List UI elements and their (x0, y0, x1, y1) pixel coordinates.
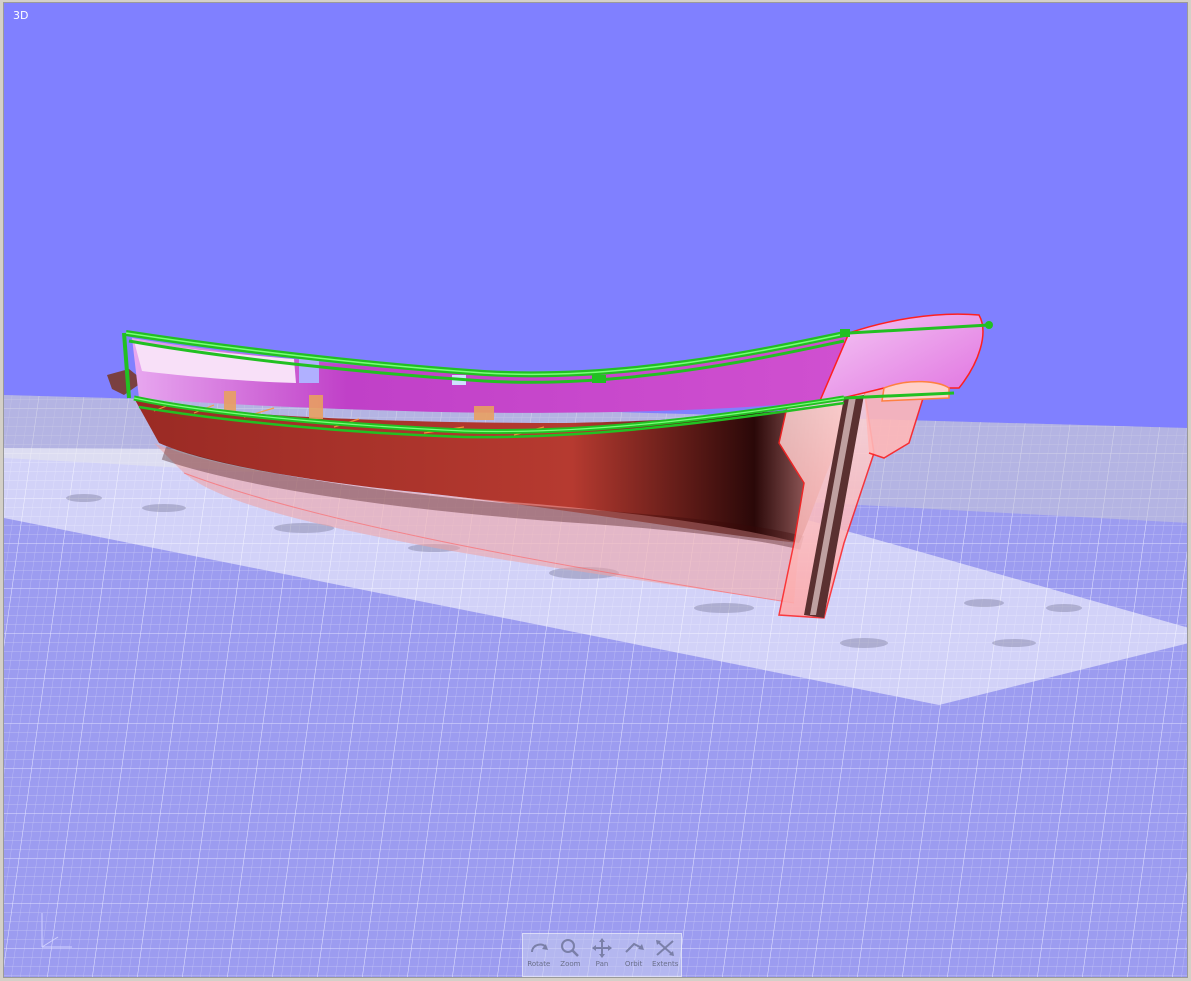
extents-icon (656, 940, 675, 956)
pan-icon (591, 938, 612, 958)
zoom-icon (561, 939, 580, 957)
axis-triad-icon (41, 913, 72, 948)
rotate-icon (530, 943, 548, 953)
navigation-toolbar: Rotate Zoom Pan Orbit Extents (522, 933, 682, 977)
orbit-button[interactable]: Orbit (619, 938, 649, 968)
viewport-label: 3D (13, 9, 29, 22)
extents-button[interactable]: Extents (650, 938, 680, 968)
rotate-button[interactable]: Rotate (524, 938, 554, 968)
zoom-button[interactable]: Zoom (555, 938, 585, 968)
pan-button[interactable]: Pan (587, 938, 617, 968)
orbit-icon (624, 942, 644, 953)
3d-scene[interactable] (4, 3, 1188, 978)
3d-viewport[interactable]: 3D Rotate Zoom Pan Orbit Extents (3, 2, 1188, 978)
